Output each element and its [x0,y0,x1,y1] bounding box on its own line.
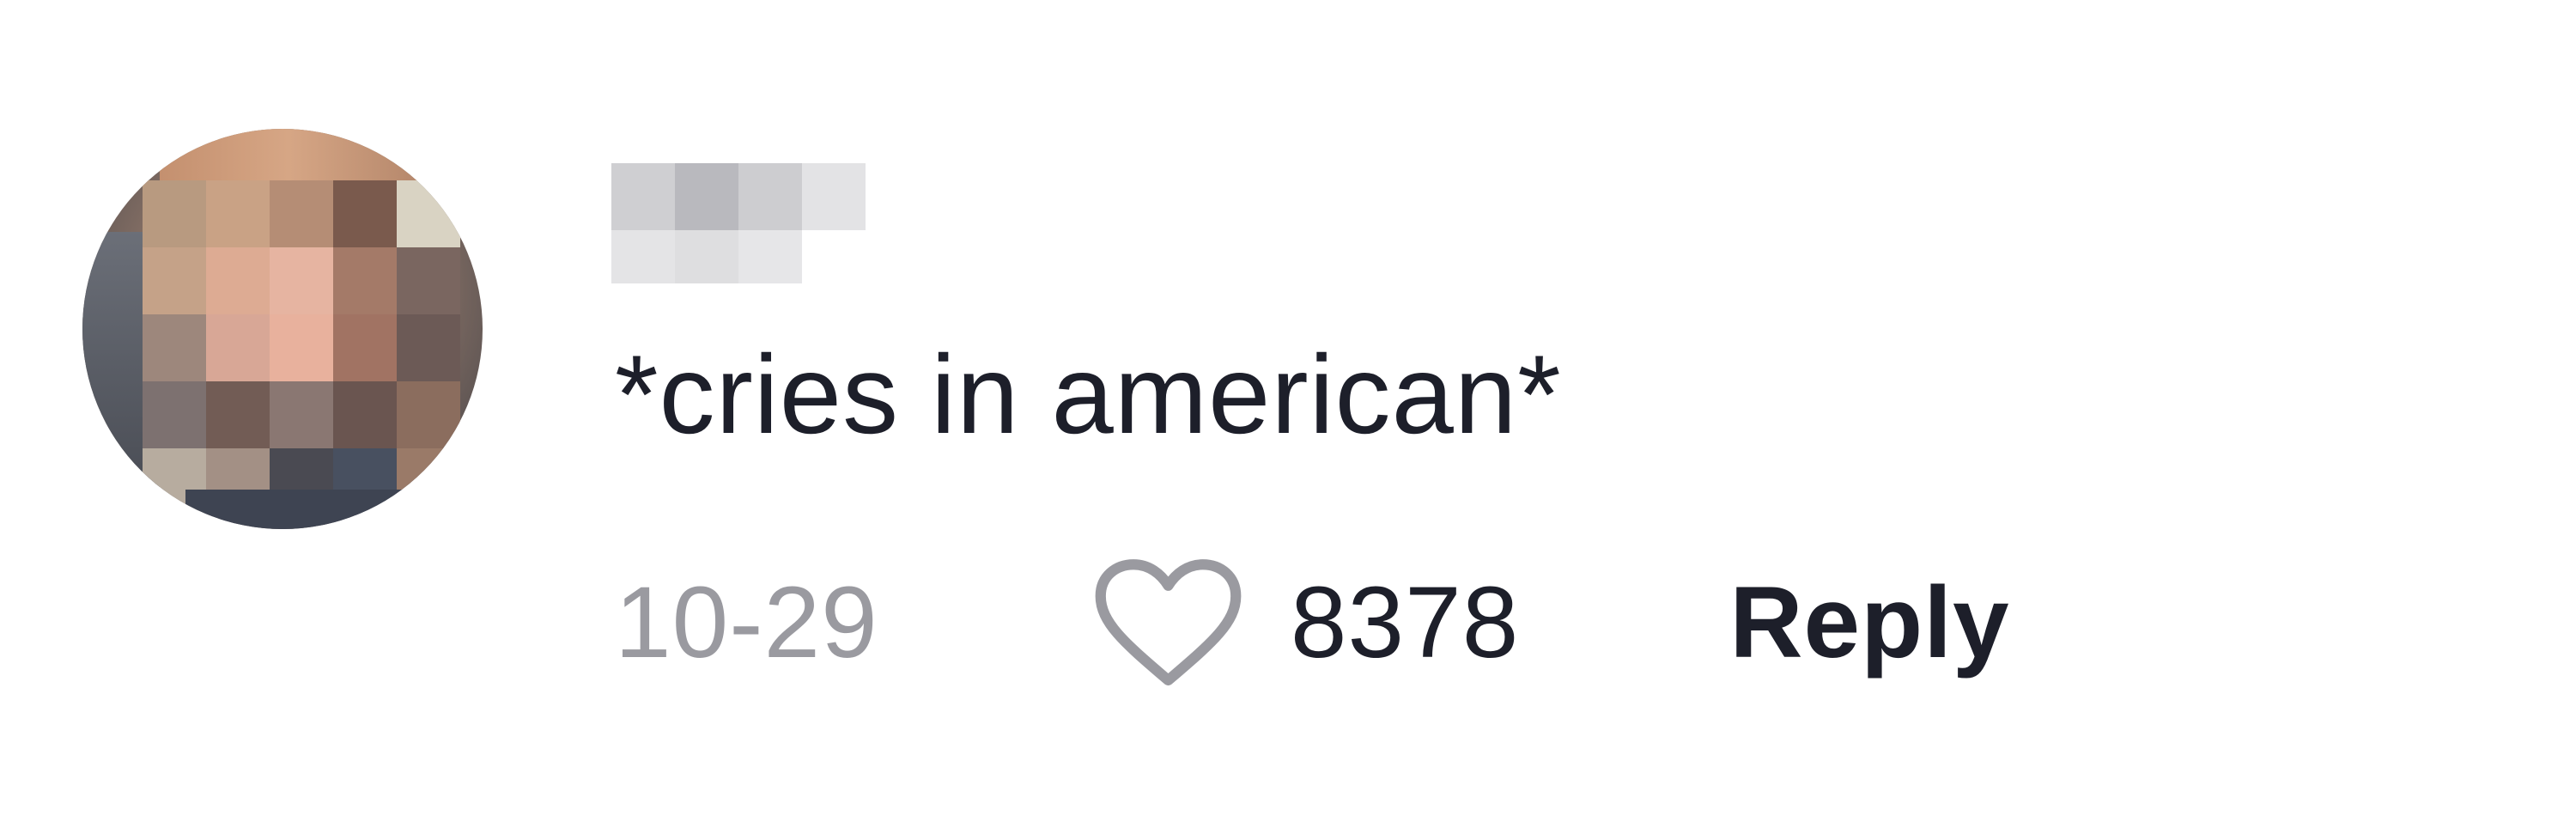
heart-outline-icon [1095,558,1242,685]
comment-item: *cries in american* 10-29 8378 Reply [0,0,2576,834]
avatar-pixelated-face [143,180,460,515]
comment-date: 10-29 [615,566,878,679]
comment-text: *cries in american* [615,332,1562,457]
reply-button[interactable]: Reply [1729,564,2009,681]
like-count: 8378 [1290,566,1520,679]
username-redacted[interactable] [611,163,866,283]
avatar-shirt [185,490,409,529]
comment-meta: 10-29 8378 Reply [615,550,2010,696]
like-button[interactable]: 8378 [1093,557,1520,690]
avatar[interactable] [82,129,483,529]
